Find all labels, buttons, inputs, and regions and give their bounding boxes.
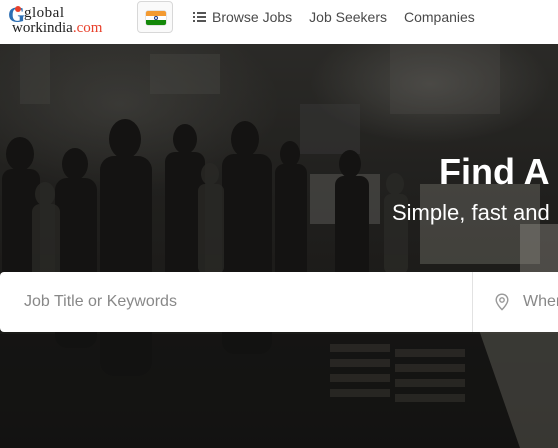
list-icon — [193, 12, 206, 22]
job-search-bar — [0, 272, 558, 332]
hero-subtitle: Simple, fast and — [392, 200, 550, 225]
keywords-input[interactable] — [0, 272, 472, 332]
location-input[interactable] — [518, 272, 558, 332]
nav-job-seekers[interactable]: Job Seekers — [309, 9, 387, 25]
main-nav: Browse Jobs Job Seekers Companies — [193, 0, 492, 34]
site-header: G global workindia.com Browse Jobs Job S… — [0, 0, 558, 44]
country-selector-button[interactable] — [137, 1, 173, 33]
logo-word-suffix: .com — [72, 20, 103, 36]
india-flag-icon — [146, 11, 166, 25]
logo-word-global: global — [24, 5, 65, 21]
nav-companies[interactable]: Companies — [404, 9, 475, 25]
nav-browse-jobs-label: Browse Jobs — [212, 9, 293, 25]
map-pin-icon — [495, 293, 509, 311]
search-divider — [472, 272, 473, 332]
nav-browse-jobs[interactable]: Browse Jobs — [193, 9, 292, 25]
hero-banner: Find A Simple, fast and — [0, 44, 558, 448]
site-logo[interactable]: G global workindia.com — [6, 2, 118, 40]
logo-word-workindia: workindia — [12, 20, 73, 36]
hero-title: Find A — [439, 151, 550, 192]
